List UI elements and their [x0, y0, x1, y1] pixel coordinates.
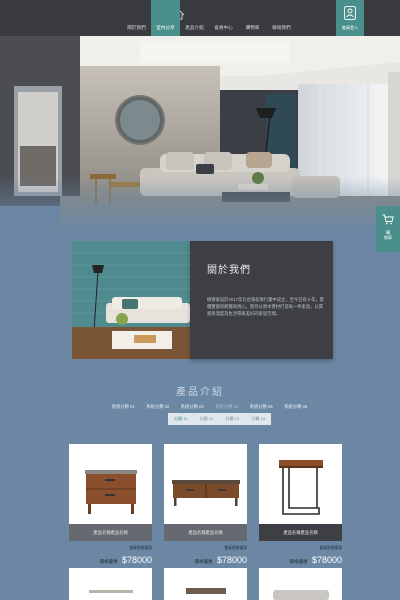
series-tab[interactable]: 系統分類 03	[175, 404, 210, 410]
member-login-button[interactable]: 會員登入	[336, 0, 364, 36]
cart-icon	[382, 214, 394, 225]
subseries-tab[interactable]: 分類 13	[225, 416, 239, 422]
user-icon	[344, 6, 356, 20]
series-tab[interactable]: 系統分類 01	[106, 404, 141, 410]
product-card[interactable]: 產品名稱產品名稱 會員價格優惠 價格優惠 $78000	[259, 444, 342, 565]
nav-item-interior-share[interactable]: 室內分享	[151, 0, 180, 36]
about-panel: 關於我們 樹德家居於2017年在台灣傢俱行業中成立，至今已有十年，累積豐富的經驗…	[190, 241, 333, 359]
product-image	[164, 444, 247, 524]
product-name: 產品名稱產品名稱	[164, 524, 247, 541]
product-price: 價格優惠 $78000	[194, 555, 248, 565]
nav-item-contact[interactable]: 聯絡我們	[267, 0, 296, 36]
series-tab[interactable]: 系統分類 02	[141, 404, 176, 410]
cart-label: 購物車	[384, 230, 392, 240]
product-card[interactable]	[259, 568, 342, 600]
nav-item-cart[interactable]: 購物車	[238, 0, 267, 36]
floating-cart-button[interactable]: 購物車	[376, 206, 400, 252]
series-tab[interactable]: 系統分類 05	[244, 404, 279, 410]
product-card[interactable]: 產品名稱產品名稱 會員價格優惠 價格優惠 $78000	[164, 444, 247, 565]
about-text: 樹德家居於2017年在台灣傢俱行業中成立，至今已有十年，累積豐富的經驗與用心，堅…	[207, 297, 324, 316]
subseries-bar: 分類 11 分類 12 分類 13 分類 14	[168, 413, 271, 425]
member-login-label: 會員登入	[341, 25, 359, 30]
product-name: 產品名稱產品名稱	[259, 524, 342, 541]
products-title: 產品介紹	[176, 387, 224, 398]
subseries-tab[interactable]: 分類 14	[251, 416, 265, 422]
product-card[interactable]	[164, 568, 247, 600]
product-name: 產品名稱產品名稱	[69, 524, 152, 541]
subseries-tab[interactable]: 分類 11	[174, 416, 187, 422]
hero-banner	[0, 36, 400, 232]
hero-living-room-image	[0, 36, 400, 232]
product-price: 價格優惠 $78000	[289, 555, 343, 565]
product-image	[259, 444, 342, 524]
series-tab-active[interactable]: 系統分類 04	[210, 404, 245, 410]
about-room-image	[72, 241, 192, 359]
nav-item-about[interactable]: 關於我們	[122, 0, 151, 36]
product-card[interactable]: 產品名稱產品名稱 會員價格優惠 價格優惠 $78000	[69, 444, 152, 565]
product-card[interactable]	[69, 568, 152, 600]
product-image	[69, 444, 152, 524]
subseries-tab[interactable]: 分類 12	[200, 416, 214, 422]
top-navigation-bar: 關於我們 室內分享 產品介紹 會員中心 購物車 聯絡我們 會員登入	[0, 0, 400, 36]
nav-item-products[interactable]: 產品介紹	[180, 0, 209, 36]
product-price: 價格優惠 $78000	[99, 555, 153, 565]
main-nav: 關於我們 室內分享 產品介紹 會員中心 購物車 聯絡我們	[122, 0, 296, 36]
product-series-tabs: 系統分類 01 系統分類 02 系統分類 03 系統分類 04 系統分類 05 …	[106, 404, 313, 410]
nav-item-member-center[interactable]: 會員中心	[209, 0, 238, 36]
series-tab[interactable]: 系統分類 06	[279, 404, 314, 410]
about-title: 關於我們	[207, 265, 251, 276]
